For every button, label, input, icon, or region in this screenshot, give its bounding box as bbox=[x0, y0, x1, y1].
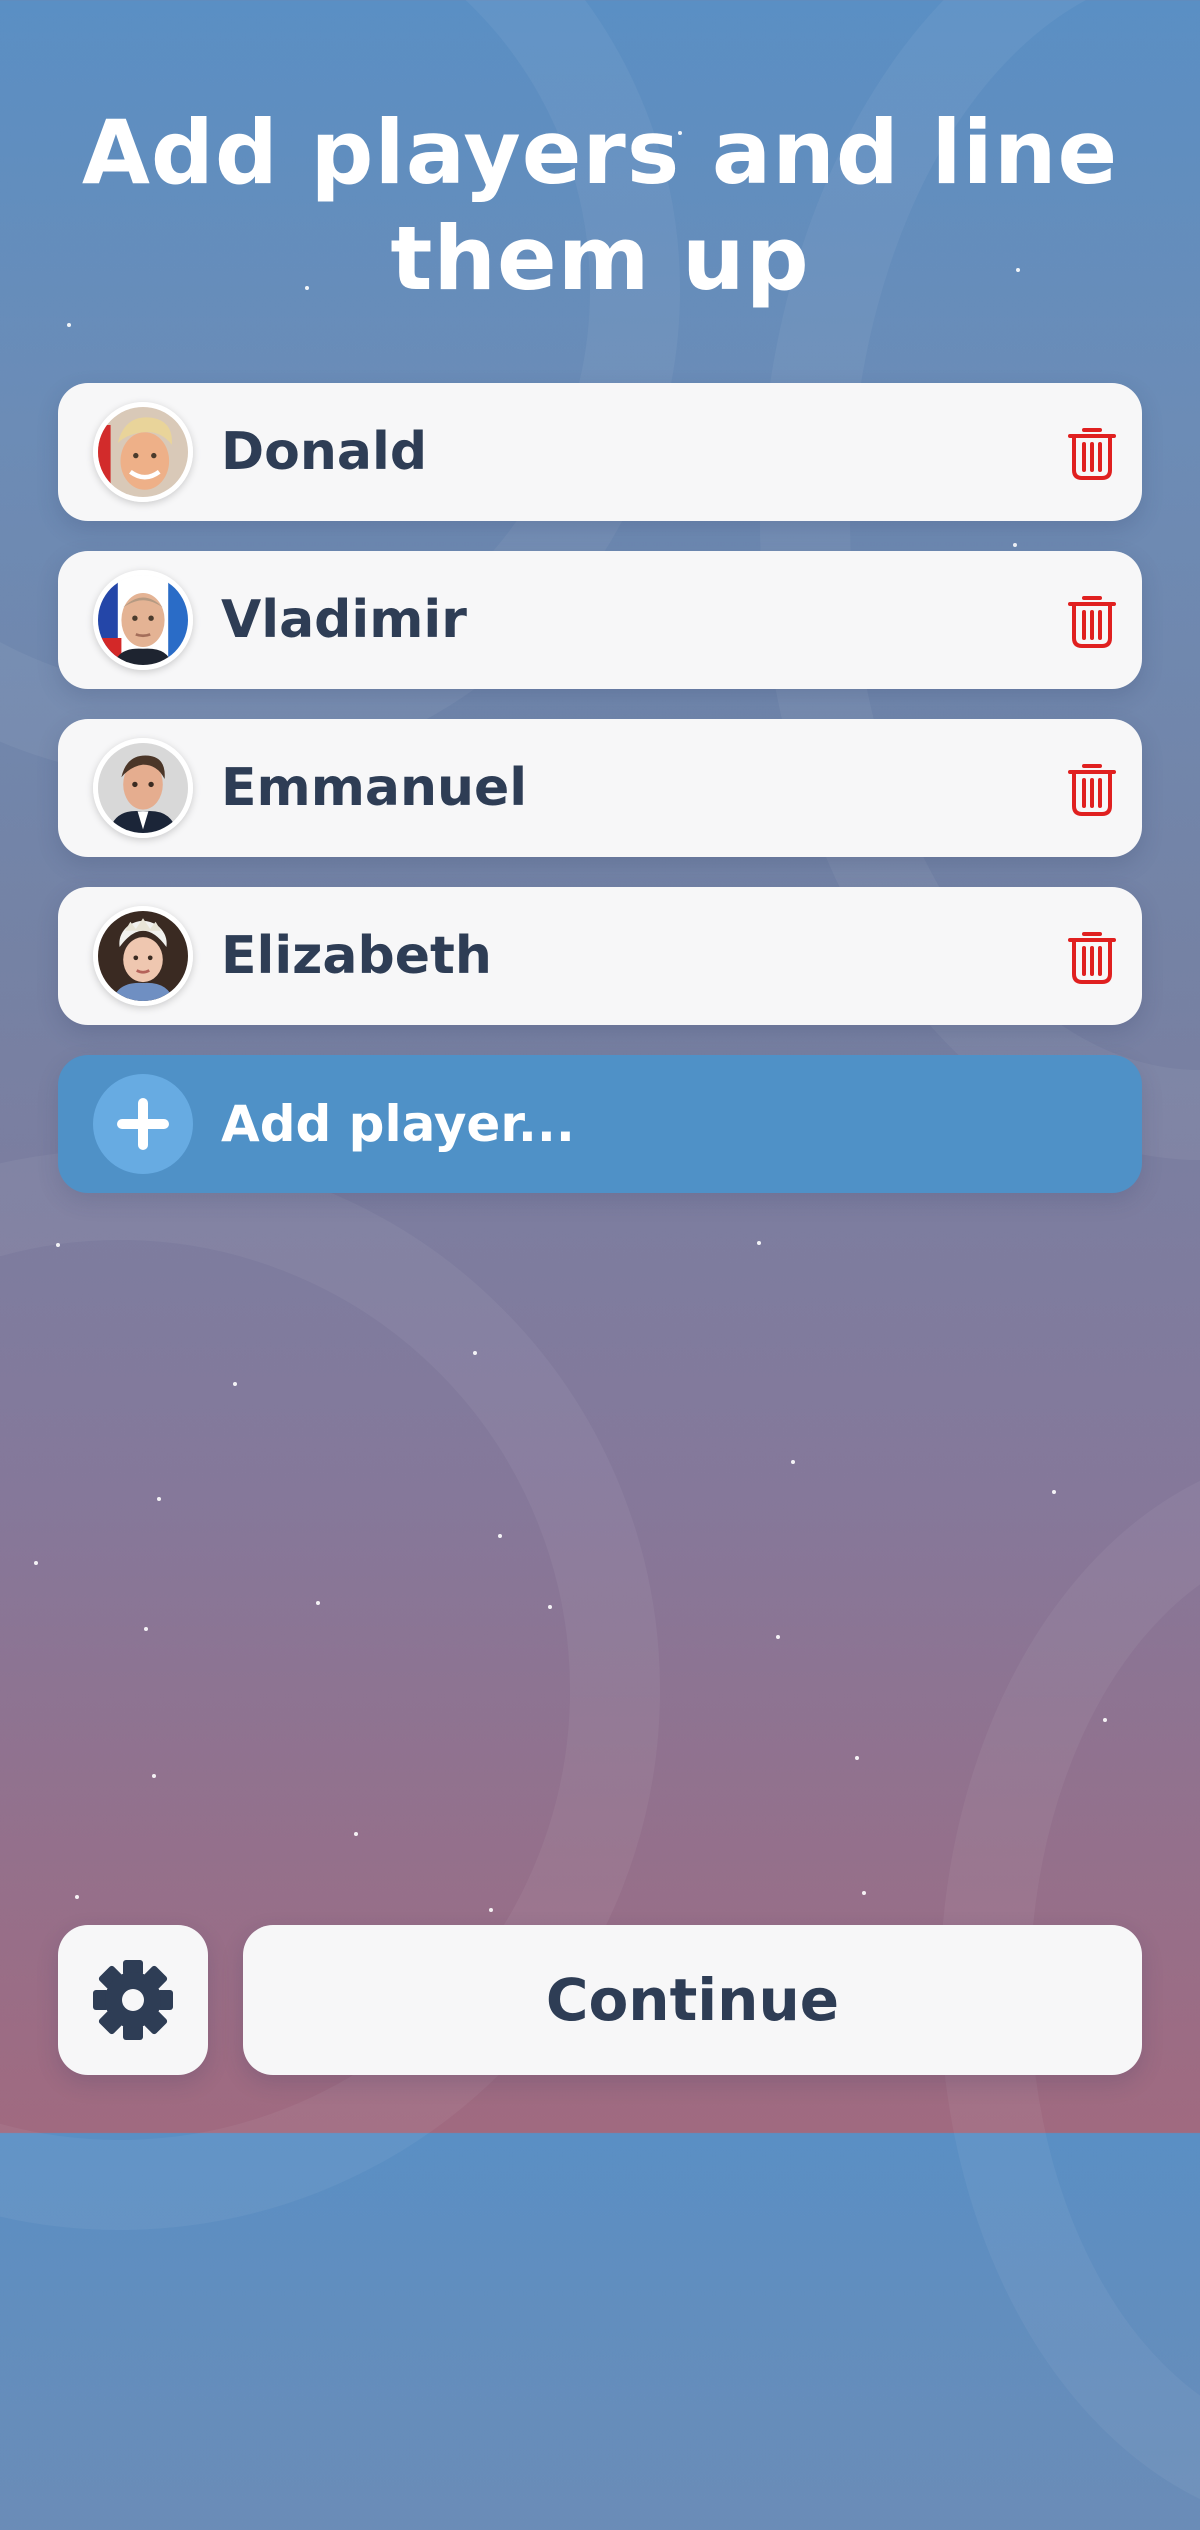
trash-icon[interactable] bbox=[1062, 590, 1122, 650]
continue-label: Continue bbox=[545, 1966, 840, 2034]
player-name: Vladimir bbox=[221, 590, 467, 650]
player-row-emmanuel[interactable]: Emmanuel bbox=[58, 719, 1142, 857]
player-row-vladimir[interactable]: Vladimir bbox=[58, 551, 1142, 689]
trash-icon[interactable] bbox=[1062, 758, 1122, 818]
avatar-emmanuel bbox=[93, 738, 193, 838]
page-title: Add players and line them up bbox=[81, 101, 1119, 310]
trash-icon[interactable] bbox=[1062, 422, 1122, 482]
settings-button[interactable] bbox=[58, 1925, 208, 2075]
gear-icon bbox=[93, 1960, 173, 2040]
player-row-donald[interactable]: Donald bbox=[58, 383, 1142, 521]
avatar-elizabeth bbox=[93, 906, 193, 1006]
player-name: Donald bbox=[221, 422, 428, 482]
avatar-vladimir bbox=[93, 570, 193, 670]
player-row-elizabeth[interactable]: Elizabeth bbox=[58, 887, 1142, 1025]
trash-icon[interactable] bbox=[1062, 926, 1122, 986]
player-name: Elizabeth bbox=[221, 926, 492, 986]
avatar-donald bbox=[93, 402, 193, 502]
add-player-button[interactable]: Add player... bbox=[58, 1055, 1142, 1193]
player-list: Donald Vladimir Emmanuel Elizabeth Add p… bbox=[58, 383, 1142, 1193]
player-name: Emmanuel bbox=[221, 758, 528, 818]
plus-icon bbox=[93, 1074, 193, 1174]
continue-button[interactable]: Continue bbox=[243, 1925, 1142, 2075]
add-player-label: Add player... bbox=[221, 1095, 575, 1153]
